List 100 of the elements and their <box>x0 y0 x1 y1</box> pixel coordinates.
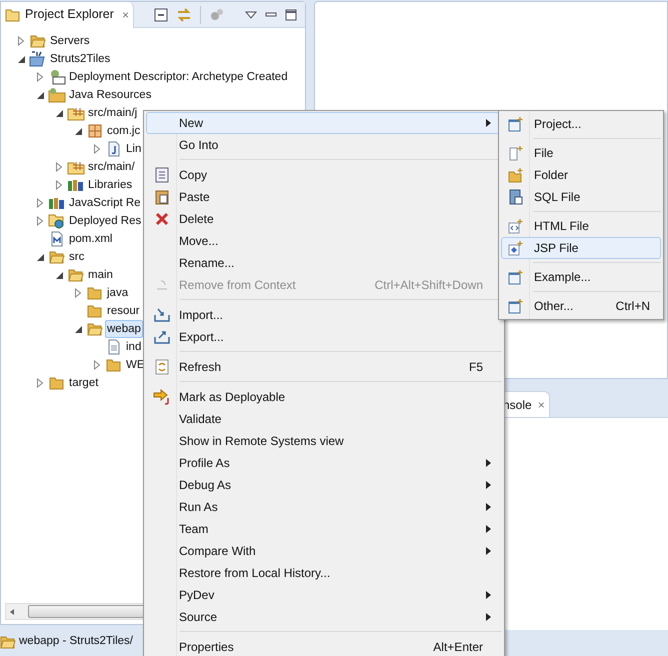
menu-item[interactable]: PyDev <box>146 584 502 606</box>
menu-item[interactable]: Show in Remote Systems view <box>146 430 502 452</box>
tree-item[interactable]: webap <box>105 320 143 338</box>
menu-item[interactable]: Project... <box>501 113 661 135</box>
submenu-arrow-icon <box>486 119 491 127</box>
tree-item[interactable]: src/main/j <box>86 104 140 122</box>
refresh-icon <box>155 359 169 375</box>
tree-item[interactable]: Lin <box>124 140 144 158</box>
globe-folder-icon <box>48 213 66 229</box>
tree-item[interactable]: src/main/ <box>86 158 137 176</box>
menu-item[interactable]: Profile As <box>146 452 502 474</box>
collapse-icon[interactable] <box>74 128 82 134</box>
submenu-arrow-icon <box>486 503 491 511</box>
expand-icon[interactable] <box>75 288 81 298</box>
tree-item[interactable]: com.jc <box>105 122 142 140</box>
menu-item[interactable]: Import... <box>146 304 502 326</box>
menu-item[interactable]: Restore from Local History... <box>146 562 502 584</box>
file-icon <box>106 339 120 355</box>
tree-item[interactable]: JavaScript Re <box>67 194 143 212</box>
tree-item[interactable]: pom.xml <box>67 230 114 248</box>
tab-title: Project Explorer <box>25 6 114 24</box>
collapse-icon[interactable] <box>56 272 62 278</box>
new-window-icon <box>508 298 524 314</box>
menu-item[interactable]: Example... <box>501 266 661 288</box>
new-folder-icon <box>508 167 524 183</box>
expand-icon[interactable] <box>94 144 100 154</box>
menu-item[interactable]: Copy <box>146 164 502 186</box>
tree-item[interactable]: Deployment Descriptor: Archetype Created <box>67 68 290 86</box>
package-folder-icon <box>48 87 66 103</box>
folders-icon <box>5 6 21 22</box>
expand-icon[interactable] <box>37 72 43 82</box>
menu-item[interactable]: Folder <box>501 164 661 186</box>
menu-item[interactable]: Refresh F5 <box>146 356 502 378</box>
submenu-arrow-icon <box>486 547 491 555</box>
tree-item[interactable]: ind <box>124 338 144 356</box>
folder-icon <box>30 34 46 48</box>
close-button[interactable]: × <box>538 398 545 410</box>
tree-item[interactable]: main <box>86 266 115 284</box>
package-icon <box>88 124 102 138</box>
tree-item[interactable]: Libraries <box>86 176 134 194</box>
tree-item[interactable]: Servers <box>48 32 92 50</box>
menu-item[interactable]: File <box>501 142 661 164</box>
arrow-icon <box>153 389 171 405</box>
menu-item[interactable]: JSP File <box>501 237 661 259</box>
menu-item[interactable]: Rename... <box>146 252 502 274</box>
collapse-icon[interactable] <box>36 254 44 260</box>
new-window-icon <box>508 269 524 285</box>
tree-item[interactable]: Deployed Res <box>67 212 144 230</box>
delete-icon <box>155 212 169 226</box>
maximize-icon[interactable] <box>284 8 297 20</box>
package-folder-icon <box>66 105 84 121</box>
import-icon <box>154 308 170 322</box>
expand-icon[interactable] <box>18 36 24 46</box>
tree-item[interactable]: Struts2Tiles <box>48 50 112 68</box>
menu-item[interactable]: SQL File <box>501 186 661 208</box>
menu-item[interactable]: Export... <box>146 326 502 348</box>
menu-item[interactable]: Delete <box>146 208 502 230</box>
menu-item[interactable]: Paste <box>146 186 502 208</box>
folder-icon <box>48 376 64 390</box>
file-icon <box>106 141 120 157</box>
menu-item[interactable]: Source <box>146 606 502 628</box>
file-icon <box>50 231 64 247</box>
status-text: webapp - Struts2Tiles/ <box>19 634 133 650</box>
menu-item[interactable]: Go Into <box>146 134 502 156</box>
tree-item[interactable]: java <box>105 284 130 302</box>
tree-item[interactable]: WE <box>124 356 147 374</box>
html-file-icon <box>508 218 524 234</box>
new-file-icon <box>508 145 524 161</box>
explorer-tab[interactable]: Project Explorer × <box>1 2 134 28</box>
tree-item[interactable]: target <box>67 374 100 392</box>
library-icon <box>48 196 66 210</box>
minimize-icon[interactable] <box>264 10 277 20</box>
menu-item[interactable]: HTML File <box>501 215 661 237</box>
collapse-icon[interactable] <box>74 326 82 332</box>
menu-item[interactable]: Compare With <box>146 540 502 562</box>
copy-icon <box>155 167 169 183</box>
folder-icon <box>86 286 102 300</box>
jsp-file-icon <box>508 240 524 256</box>
menu-item[interactable]: Run As <box>146 496 502 518</box>
collapse-icon[interactable] <box>56 110 62 116</box>
menu-item[interactable]: Debug As <box>146 474 502 496</box>
menu-item[interactable]: Other... Ctrl+N <box>501 295 661 317</box>
collapse-all-icon[interactable] <box>154 8 168 22</box>
close-button[interactable]: × <box>122 8 129 20</box>
tree-item[interactable]: src <box>67 248 86 266</box>
submenu-arrow-icon <box>486 591 491 599</box>
folder-icon <box>48 250 64 264</box>
expand-icon[interactable] <box>94 360 100 370</box>
expand-icon[interactable] <box>37 378 43 388</box>
folder-icon <box>106 358 122 372</box>
menu-item[interactable]: Move... <box>146 230 502 252</box>
tree-item[interactable]: Java Resources <box>67 86 154 104</box>
menu-item[interactable]: Team <box>146 518 502 540</box>
folder-icon <box>0 635 16 649</box>
collapse-icon[interactable] <box>36 92 44 98</box>
collapse-icon[interactable] <box>18 56 24 62</box>
tree-item[interactable]: resour <box>105 302 142 320</box>
view-menu-icon[interactable] <box>244 10 257 18</box>
menu-item[interactable]: Properties Alt+Enter <box>146 636 502 656</box>
shortcut-text: Alt+Enter <box>433 639 483 656</box>
